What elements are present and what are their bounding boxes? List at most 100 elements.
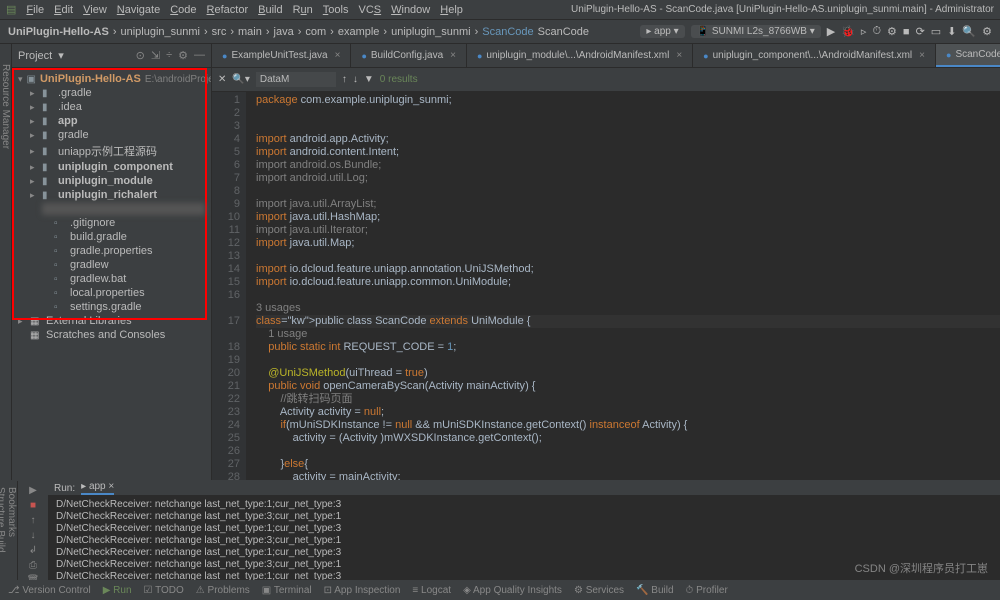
bc-current[interactable]: ScanCode	[538, 26, 589, 38]
menu-file[interactable]: File	[26, 4, 44, 16]
collapse-icon[interactable]: ÷	[166, 49, 172, 62]
app-icon: ▤	[6, 3, 16, 16]
menu-code[interactable]: Code	[170, 4, 196, 16]
file-icon: ●	[361, 51, 366, 61]
close-icon[interactable]: ×	[919, 50, 925, 61]
menu-window[interactable]: Window	[391, 4, 430, 16]
settings-icon[interactable]: ⚙	[178, 49, 188, 62]
tree-item[interactable]: ▸▮uniapp示例工程源码	[14, 142, 209, 160]
status-item[interactable]: ≡ Logcat	[412, 585, 451, 596]
tree-item[interactable]: ▸▮uniplugin_richalert	[14, 188, 209, 202]
close-icon[interactable]: ×	[450, 50, 456, 61]
hide-icon[interactable]: —	[194, 49, 205, 62]
status-item[interactable]: ⏱ Profiler	[686, 585, 728, 596]
status-item[interactable]: ⚠ Problems	[196, 585, 250, 596]
find-prev-icon[interactable]: ↑	[342, 74, 347, 85]
device-dropdown[interactable]: 📱 SUNMI L2s_8766WB ▾	[691, 25, 821, 38]
tree-root[interactable]: ▾▣ UniPlugin-Hello-AS E:\androidProject\…	[14, 72, 209, 86]
select-opened-icon[interactable]: ⊙	[136, 49, 145, 62]
project-tab-label[interactable]: Project	[18, 50, 52, 62]
status-item[interactable]: ⊡ App Inspection	[324, 585, 401, 596]
attach-icon[interactable]: ⚙	[887, 25, 897, 38]
status-item[interactable]: 🔨 Build	[636, 585, 673, 596]
left-rail-bottom[interactable]: Bookmarks Structure Build Variants	[0, 481, 18, 580]
bc-item[interactable]: main	[238, 26, 262, 38]
tree-item[interactable]: ▸▮.idea	[14, 100, 209, 114]
code-text[interactable]: package com.example.uniplugin_sunmi; imp…	[246, 92, 1000, 480]
tree-item[interactable]: ▫gradlew	[14, 258, 209, 272]
tree-item[interactable]: ▫build.gradle	[14, 230, 209, 244]
project-header[interactable]: Project ▾ ⊙ ⇲ ÷ ⚙ —	[12, 44, 211, 68]
profile-icon[interactable]: ⏱	[872, 25, 881, 38]
gutter[interactable]: 1234567891011121314151617181920212223242…	[212, 92, 246, 480]
bc-item[interactable]: src	[212, 26, 227, 38]
menu-help[interactable]: Help	[440, 4, 463, 16]
menu-tools[interactable]: Tools	[323, 4, 349, 16]
menu-refactor[interactable]: Refactor	[207, 4, 249, 16]
find-input[interactable]	[256, 72, 336, 87]
find-next-icon[interactable]: ↓	[353, 74, 358, 85]
avd-icon[interactable]: ▭	[931, 25, 941, 38]
editor-tab[interactable]: ●ExampleUnitTest.java×	[212, 44, 351, 67]
bc-root[interactable]: UniPlugin-Hello-AS	[8, 26, 109, 38]
menu-edit[interactable]: Edit	[54, 4, 73, 16]
bc-item[interactable]: java	[274, 26, 294, 38]
tree-item[interactable]: ▸▮uniplugin_component	[14, 160, 209, 174]
tree-item[interactable]: ▫settings.gradle	[14, 300, 209, 314]
debug-icon[interactable]: 🐞	[841, 25, 855, 38]
run-config-dropdown[interactable]: ▸ app ▾	[640, 25, 684, 38]
tree-item[interactable]: ▫gradle.properties	[14, 244, 209, 258]
tree-item[interactable]: ▫local.properties	[14, 286, 209, 300]
editor-tab[interactable]: ●BuildConfig.java×	[351, 44, 467, 67]
tree-item[interactable]: ▸▮uniplugin_module	[14, 174, 209, 188]
up-icon[interactable]: ↑	[31, 515, 36, 526]
tree-item[interactable]: ▫gradlew.bat	[14, 272, 209, 286]
sync-icon[interactable]: ⟳	[916, 25, 925, 38]
menu-build[interactable]: Build	[258, 4, 282, 16]
tree-item[interactable]: ▸▮app	[14, 114, 209, 128]
status-item[interactable]: ▣ Terminal	[262, 585, 312, 596]
run-config-tab[interactable]: ▸ app ×	[81, 481, 114, 495]
run-tab-label: Run:	[54, 483, 75, 494]
scratches[interactable]: ▦Scratches and Consoles	[14, 328, 209, 342]
external-libraries[interactable]: ▸▦External Libraries	[14, 314, 209, 328]
bc-item[interactable]: uniplugin_sunmi	[121, 26, 201, 38]
print-icon[interactable]: ⎙	[29, 560, 37, 571]
menu-view[interactable]: View	[83, 4, 107, 16]
expand-icon[interactable]: ⇲	[151, 49, 160, 62]
status-item[interactable]: ▶ Run	[103, 585, 132, 596]
menu-run[interactable]: Run	[293, 4, 313, 16]
status-item[interactable]: ◈ App Quality Insights	[463, 585, 562, 596]
status-item[interactable]: ⚙ Services	[574, 585, 624, 596]
close-icon[interactable]: ×	[335, 50, 341, 61]
left-rail[interactable]: Resource Manager	[0, 44, 12, 480]
tree-item[interactable]: ▫.gitignore	[14, 216, 209, 230]
coverage-icon[interactable]: ▹	[861, 25, 867, 38]
menu-vcs[interactable]: VCS	[358, 4, 381, 16]
editor-tab[interactable]: ●uniplugin_module\...\AndroidManifest.xm…	[467, 44, 693, 67]
filter-icon[interactable]: ▼	[364, 74, 374, 85]
menu-navigate[interactable]: Navigate	[117, 4, 160, 16]
editor-tab[interactable]: ●uniplugin_component\...\AndroidManifest…	[693, 44, 936, 67]
status-item[interactable]: ⎇ Version Control	[8, 585, 91, 596]
code-editor[interactable]: ▲ 2 ✔ 1 ✖ 3 ^∨ 1234567891011121314151617…	[212, 92, 1000, 480]
down-icon[interactable]: ↓	[31, 530, 36, 541]
bc-item[interactable]: ScanCode	[482, 26, 533, 38]
tree-item[interactable]: ▸▮.gradle	[14, 86, 209, 100]
status-item[interactable]: ☑ TODO	[144, 585, 184, 596]
bc-item[interactable]: example	[338, 26, 380, 38]
rerun-icon[interactable]: ▶	[29, 485, 37, 496]
bc-item[interactable]: com	[305, 26, 326, 38]
editor-tab[interactable]: ●ScanCode.java×	[936, 44, 1000, 67]
tree-item[interactable]: ▸▮gradle	[14, 128, 209, 142]
run-icon[interactable]: ▶	[827, 25, 835, 38]
settings-icon[interactable]: ⚙	[982, 25, 992, 38]
search-icon[interactable]: 🔍	[962, 25, 976, 38]
stop-icon[interactable]: ■	[30, 500, 36, 511]
find-close-icon[interactable]: ✕	[218, 74, 226, 85]
bc-item[interactable]: uniplugin_sunmi	[391, 26, 471, 38]
close-icon[interactable]: ×	[676, 50, 682, 61]
sdk-icon[interactable]: ⬇	[947, 25, 956, 38]
wrap-icon[interactable]: ↲	[29, 545, 37, 556]
stop-icon[interactable]: ■	[903, 26, 910, 38]
